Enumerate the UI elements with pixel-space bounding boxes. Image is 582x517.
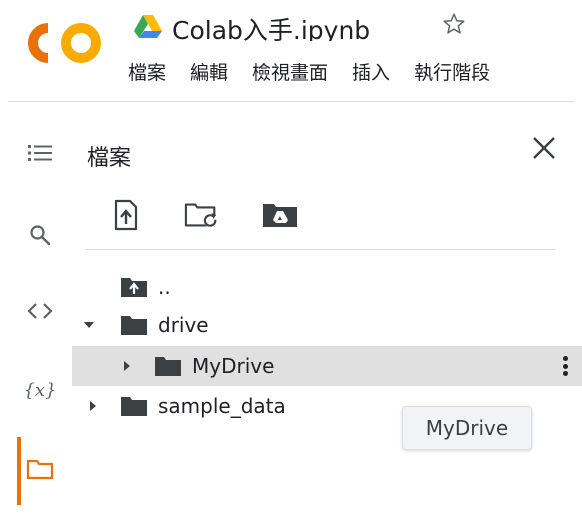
tree-label: MyDrive bbox=[192, 354, 275, 378]
upload-file-icon bbox=[114, 199, 138, 231]
tree-row-mydrive[interactable]: MyDrive bbox=[72, 346, 582, 386]
menu-insert[interactable]: 插入 bbox=[352, 58, 390, 85]
notebook-title-clip: Colab入手.ipynb bbox=[172, 11, 442, 41]
toc-icon bbox=[28, 145, 52, 161]
mount-drive-icon bbox=[263, 204, 297, 227]
header-divider bbox=[8, 101, 574, 102]
tooltip: MyDrive bbox=[402, 406, 532, 450]
refresh-button[interactable] bbox=[184, 198, 220, 232]
folder-icon bbox=[121, 316, 147, 335]
refresh-folder-icon bbox=[184, 203, 218, 228]
chevron-down-icon[interactable] bbox=[80, 316, 98, 334]
code-snippets-button[interactable] bbox=[26, 297, 54, 325]
notebook-title-row: Colab入手.ipynb bbox=[134, 8, 442, 44]
menu-runtime[interactable]: 執行階段 bbox=[414, 58, 490, 85]
active-tab-indicator bbox=[17, 437, 21, 505]
folder-icon bbox=[155, 357, 181, 376]
menu-bar: 檔案 編輯 檢視畫面 插入 執行階段 bbox=[128, 58, 514, 85]
star-icon[interactable] bbox=[441, 11, 467, 37]
files-panel-title: 檔案 bbox=[87, 146, 132, 171]
more-options-icon[interactable] bbox=[562, 356, 568, 376]
colab-logo[interactable] bbox=[26, 20, 104, 66]
upload-button[interactable] bbox=[108, 198, 144, 232]
code-snippets-icon bbox=[27, 303, 53, 319]
tree-label: .. bbox=[158, 275, 171, 299]
close-icon[interactable] bbox=[530, 134, 558, 162]
mount-drive-button[interactable] bbox=[262, 198, 298, 232]
search-button[interactable] bbox=[26, 221, 54, 249]
tree-label: drive bbox=[158, 313, 209, 337]
folder-up-icon bbox=[121, 278, 147, 297]
tree-row-drive[interactable]: drive bbox=[72, 305, 582, 345]
menu-file[interactable]: 檔案 bbox=[128, 58, 166, 85]
tree-label: sample_data bbox=[158, 394, 286, 418]
variables-button[interactable]: {x} bbox=[23, 376, 57, 404]
search-icon bbox=[30, 225, 51, 246]
toc-button[interactable] bbox=[26, 139, 54, 167]
folder-icon bbox=[121, 397, 147, 416]
chevron-right-icon[interactable] bbox=[118, 357, 136, 375]
tree-row-parent[interactable]: .. bbox=[72, 267, 582, 307]
folder-icon bbox=[26, 459, 54, 480]
google-drive-icon[interactable] bbox=[134, 14, 162, 38]
chevron-right-icon[interactable] bbox=[84, 397, 102, 415]
toolbar-divider bbox=[86, 249, 556, 250]
files-button[interactable] bbox=[26, 455, 54, 483]
variables-icon: {x} bbox=[23, 379, 57, 401]
menu-view[interactable]: 檢視畫面 bbox=[252, 58, 328, 85]
menu-edit[interactable]: 編輯 bbox=[190, 58, 228, 85]
notebook-title[interactable]: Colab入手.ipynb bbox=[172, 16, 370, 41]
